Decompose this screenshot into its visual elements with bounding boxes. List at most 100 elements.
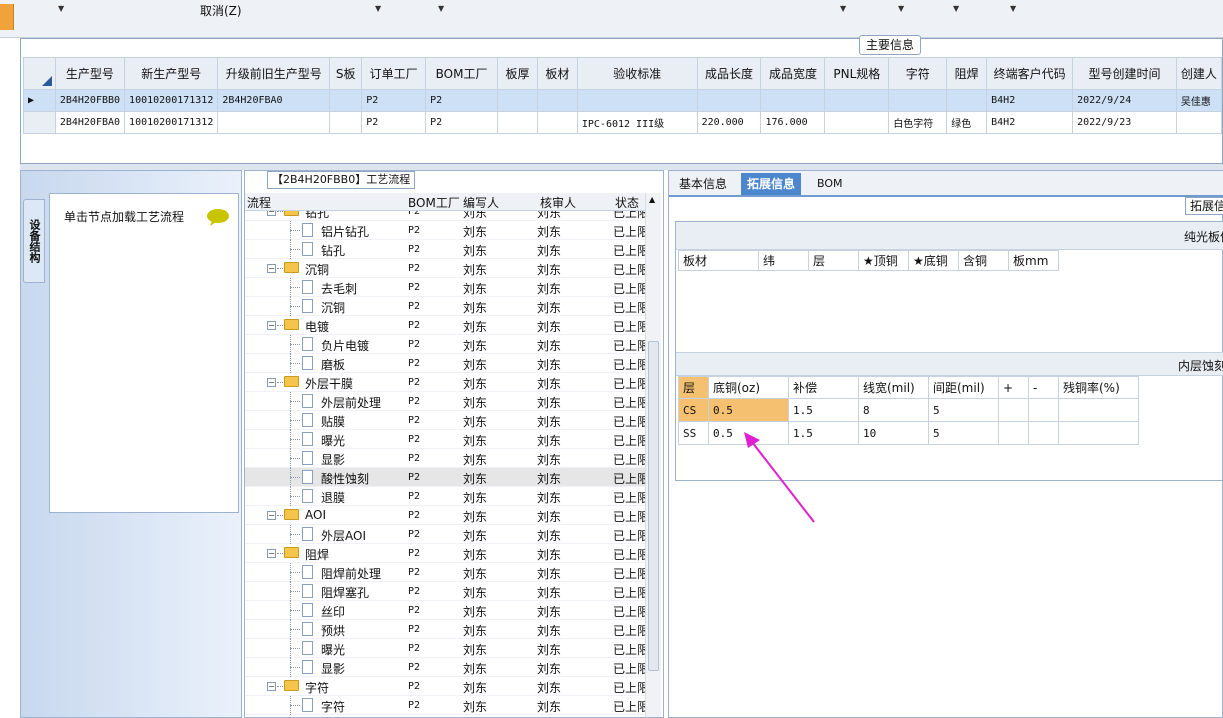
column-header[interactable]: -: [1028, 376, 1059, 399]
column-header[interactable]: 订单工厂: [361, 57, 427, 90]
column-header[interactable]: 新生产型号: [124, 57, 219, 90]
table-cell[interactable]: P2: [361, 89, 427, 112]
table-row[interactable]: SS 0.5 1.5 10 5: [678, 421, 1139, 445]
column-header[interactable]: BOM工厂: [408, 194, 460, 211]
column-header[interactable]: 线宽(mil): [858, 376, 929, 399]
column-header[interactable]: 底铜(oz): [708, 376, 789, 399]
column-header[interactable]: 板厚: [497, 57, 538, 90]
table-cell[interactable]: [576, 89, 698, 112]
table-cell[interactable]: 0.5: [708, 398, 789, 422]
tree-node-label[interactable]: 沉铜: [321, 299, 345, 316]
table-cell[interactable]: 吴佳惠: [1175, 89, 1223, 112]
tree-node-label[interactable]: 阻焊前处理: [321, 565, 381, 582]
tree-node-label[interactable]: 钻孔: [321, 242, 345, 259]
table-row[interactable]: 2B4H20FBA0 10010200171312 P2 P2 IPC-6012 III…: [23, 111, 1223, 134]
table-cell[interactable]: B4H2: [986, 111, 1074, 134]
column-header[interactable]: 成品长度: [696, 57, 762, 90]
table-cell[interactable]: [998, 421, 1029, 445]
column-header[interactable]: 成品宽度: [760, 57, 826, 90]
column-header[interactable]: 层: [808, 250, 859, 271]
dropdown-arrow-icon[interactable]: ▼: [840, 4, 846, 13]
tree-row[interactable]: 铝片钻孔 P2 刘东 刘东 已上限: [245, 221, 645, 240]
table-cell[interactable]: 2022/9/23: [1072, 111, 1177, 134]
table-cell[interactable]: 10010200171312: [124, 89, 219, 112]
tree-row[interactable]: 退膜 P2 刘东 刘东 已上限: [245, 487, 645, 506]
tree-row[interactable]: 预烘 P2 刘东 刘东 已上限: [245, 620, 645, 639]
tree-row[interactable]: − 沉铜 P2 刘东 刘东 已上限: [245, 259, 645, 278]
dropdown-arrow-icon[interactable]: ▼: [58, 4, 64, 13]
tree-row[interactable]: − 钻孔 P2 刘东 刘东 已上限: [245, 211, 645, 221]
column-header[interactable]: 升级前旧生产型号: [217, 57, 331, 90]
row-header[interactable]: ▶: [23, 89, 56, 112]
tab-bom[interactable]: BOM: [811, 173, 849, 195]
table-row[interactable]: CS 0.5 1.5 8 5: [678, 398, 1139, 422]
table-cell[interactable]: P2: [425, 89, 499, 112]
tree-node-label[interactable]: 外层前处理: [321, 394, 381, 411]
tree-row[interactable]: − 字符 P2 刘东 刘东 已上限: [245, 677, 645, 696]
row-header-corner[interactable]: [23, 57, 56, 90]
table-cell[interactable]: [760, 89, 826, 112]
column-header[interactable]: 字符: [888, 57, 948, 90]
tree-row[interactable]: − AOI P2 刘东 刘东 已上限: [245, 506, 645, 525]
nav-tree-box[interactable]: 单击节点加载工艺流程: [49, 193, 239, 513]
table-cell[interactable]: 1.5: [788, 398, 859, 422]
table-cell[interactable]: P2: [425, 111, 499, 134]
table-cell[interactable]: 10: [858, 421, 929, 445]
tree-node-label[interactable]: 负片电镀: [321, 337, 369, 354]
tab-device-structure[interactable]: 设备结构: [23, 199, 45, 283]
table-cell[interactable]: 5: [928, 398, 999, 422]
tree-row[interactable]: 贴膜 P2 刘东 刘东 已上限: [245, 411, 645, 430]
tree-node-label[interactable]: 电镀: [305, 318, 329, 335]
tab-extended-info[interactable]: 拓展信息: [741, 173, 802, 195]
column-header[interactable]: 核审人: [540, 194, 576, 211]
tree-node-label[interactable]: 预烘: [321, 622, 345, 639]
column-header[interactable]: 残铜率(%): [1058, 376, 1139, 399]
tree-node-label[interactable]: 显影: [321, 451, 345, 468]
scroll-up-icon[interactable]: ▲: [649, 195, 655, 204]
tree-row[interactable]: − 电镀 P2 刘东 刘东 已上限: [245, 316, 645, 335]
table-cell[interactable]: 0.5: [708, 421, 789, 445]
column-header[interactable]: 板材: [678, 250, 759, 271]
column-header[interactable]: 型号创建时间: [1072, 57, 1177, 90]
table-cell[interactable]: [1058, 398, 1139, 422]
table-cell[interactable]: CS: [678, 398, 709, 422]
vertical-scrollbar[interactable]: ▲: [645, 193, 661, 717]
column-header[interactable]: 纬: [758, 250, 809, 271]
column-header[interactable]: 含铜: [958, 250, 1009, 271]
table-cell[interactable]: [1028, 398, 1059, 422]
tree-node-label[interactable]: 丝印: [321, 603, 345, 620]
table-cell[interactable]: 白色字符: [888, 111, 948, 134]
tree-node-label[interactable]: 去毛刺: [321, 280, 357, 297]
tree-row[interactable]: 外层AOI P2 刘东 刘东 已上限: [245, 525, 645, 544]
column-header[interactable]: 阻焊: [946, 57, 988, 90]
tree-node-label[interactable]: 退膜: [321, 489, 345, 506]
column-header[interactable]: 终端客户代码: [986, 57, 1074, 90]
table-cell[interactable]: 5: [928, 421, 999, 445]
collapse-toggle-icon[interactable]: −: [267, 264, 276, 273]
tree-node-label[interactable]: 字符: [305, 679, 329, 696]
column-header[interactable]: 创建人: [1175, 57, 1223, 90]
table-cell[interactable]: [1058, 421, 1139, 445]
table-cell[interactable]: [946, 89, 988, 112]
table-cell[interactable]: [497, 89, 538, 112]
tree-node-label[interactable]: 曝光: [321, 641, 345, 658]
table-cell[interactable]: 8: [858, 398, 929, 422]
tree-row[interactable]: 磨板 P2 刘东 刘东 已上限: [245, 354, 645, 373]
table-cell[interactable]: 10010200171312: [124, 111, 219, 134]
tree-row[interactable]: 钻孔 P2 刘东 刘东 已上限: [245, 240, 645, 259]
table-cell[interactable]: P2: [361, 111, 427, 134]
table-cell[interactable]: [998, 398, 1029, 422]
tree-row[interactable]: 曝光 P2 刘东 刘东 已上限: [245, 430, 645, 449]
tree-row[interactable]: 丝印 P2 刘东 刘东 已上限: [245, 601, 645, 620]
scrollbar-thumb[interactable]: [648, 341, 659, 671]
cancel-button[interactable]: 取消(Z): [200, 2, 242, 19]
tab-basic-info[interactable]: 基本信息: [673, 173, 733, 195]
toolbar-handle[interactable]: [0, 4, 14, 30]
table-cell[interactable]: [217, 111, 331, 134]
tree-row[interactable]: 酸性蚀刻 P2 刘东 刘东 已上限: [245, 468, 645, 487]
table-cell[interactable]: [536, 89, 578, 112]
table-cell[interactable]: [497, 111, 538, 134]
column-header[interactable]: ★顶铜: [858, 250, 909, 271]
tree-node-label[interactable]: 铝片钻孔: [321, 223, 369, 240]
table-cell[interactable]: 2022/9/24: [1072, 89, 1177, 112]
